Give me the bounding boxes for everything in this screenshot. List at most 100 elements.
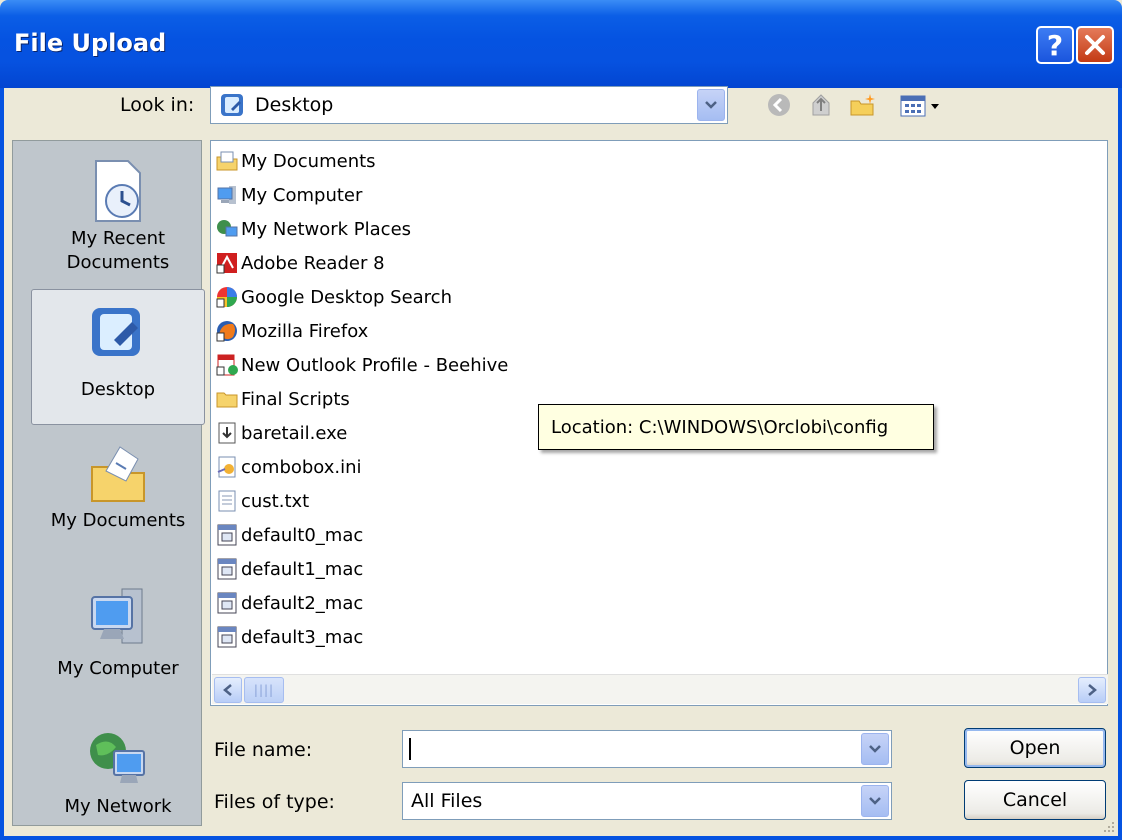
view-menu-icon: [900, 95, 939, 117]
desktop-icon: [221, 94, 243, 116]
list-item[interactable]: My Computer: [215, 179, 362, 211]
chevron-down-icon: [869, 797, 881, 805]
list-item[interactable]: default0_mac: [215, 519, 363, 551]
file-name: Adobe Reader 8: [241, 252, 385, 274]
files-of-type-value: All Files: [411, 790, 483, 812]
folder-icon: [216, 392, 238, 408]
file-name-label: File name:: [214, 739, 313, 761]
file-name: baretail.exe: [241, 422, 348, 444]
places-label-recent: My Recent Documents: [66, 228, 170, 273]
new-folder-icon: [850, 94, 875, 116]
file-name: My Computer: [241, 184, 363, 206]
mac-file-icon: [217, 592, 237, 614]
mac-file-icon: [217, 626, 237, 648]
look-in-arrow-button[interactable]: [697, 89, 725, 121]
file-name: cust.txt: [241, 490, 310, 512]
file-name-dropdown-button[interactable]: [861, 733, 889, 765]
places-item-my-documents[interactable]: My Documents: [31, 437, 205, 533]
file-name: default1_mac: [241, 558, 364, 580]
text-file-icon: [218, 490, 236, 512]
places-label-desktop: Desktop: [80, 379, 156, 400]
view-menu-button[interactable]: [896, 88, 946, 122]
scroll-thumb[interactable]: ||||: [244, 677, 284, 703]
mac-file-icon: [217, 558, 237, 580]
file-name: combobox.ini: [241, 456, 362, 478]
up-folder-button[interactable]: [804, 88, 838, 122]
location-tooltip: Location: C:\WINDOWS\Orclobi\config: [538, 404, 934, 450]
places-label-my-network: My Network: [64, 796, 172, 817]
close-button[interactable]: [1076, 26, 1114, 64]
ini-icon: [217, 456, 236, 478]
title-bar: File Upload ?: [0, 0, 1122, 88]
file-name: default2_mac: [241, 592, 364, 614]
text-caret: [409, 738, 411, 760]
file-name: default0_mac: [241, 524, 364, 546]
my-documents-icon: [216, 151, 238, 171]
list-item[interactable]: baretail.exe: [215, 417, 347, 449]
list-item[interactable]: cust.txt: [215, 485, 309, 517]
mac-file-icon: [217, 524, 237, 546]
my-network-icon: [90, 733, 145, 783]
file-name-field[interactable]: [402, 730, 892, 768]
places-item-my-network[interactable]: My Network: [31, 725, 205, 819]
file-name: Mozilla Firefox: [241, 320, 369, 342]
network-places-icon: [217, 220, 238, 237]
list-item[interactable]: combobox.ini: [215, 451, 362, 483]
places-label-my-documents: My Documents: [50, 510, 186, 531]
list-item[interactable]: My Network Places: [215, 213, 411, 245]
my-computer-icon: [91, 588, 143, 644]
places-item-desktop[interactable]: Desktop: [31, 289, 205, 425]
chevron-down-icon: [869, 745, 881, 753]
list-item[interactable]: New Outlook Profile - Beehive: [215, 349, 508, 381]
places-item-recent-documents[interactable]: My Recent Documents: [31, 155, 205, 275]
look-in-dropdown[interactable]: Desktop: [210, 86, 728, 124]
list-item[interactable]: default3_mac: [215, 621, 363, 653]
files-of-type-label: Files of type:: [214, 791, 335, 813]
scroll-left-button[interactable]: [214, 677, 242, 703]
adobe-reader-icon: [216, 253, 237, 274]
open-button[interactable]: Open: [964, 728, 1106, 768]
back-arrow-icon: [768, 94, 790, 116]
exe-icon: [218, 422, 236, 444]
recent-documents-icon: [95, 160, 141, 222]
list-item[interactable]: default2_mac: [215, 587, 363, 619]
window-title: File Upload: [14, 29, 167, 57]
my-computer-icon: [217, 186, 236, 204]
list-item[interactable]: Final Scripts: [215, 383, 350, 415]
file-name: Final Scripts: [241, 388, 350, 410]
list-item[interactable]: Mozilla Firefox: [215, 315, 368, 347]
new-folder-button[interactable]: [846, 88, 880, 122]
chevron-left-icon: [223, 684, 232, 696]
list-item[interactable]: Google Desktop Search: [215, 281, 452, 313]
cancel-button[interactable]: Cancel: [964, 780, 1106, 820]
google-desktop-icon: [216, 287, 237, 308]
places-item-my-computer[interactable]: My Computer: [31, 581, 205, 681]
file-name: New Outlook Profile - Beehive: [241, 354, 509, 376]
back-button[interactable]: [762, 88, 796, 122]
places-label-my-computer: My Computer: [57, 658, 179, 679]
files-of-type-select[interactable]: All Files: [402, 782, 892, 820]
question-mark-icon: ?: [1046, 28, 1064, 62]
file-name: My Network Places: [241, 218, 412, 240]
outlook-profile-icon: [216, 354, 238, 376]
file-name: default3_mac: [241, 626, 364, 648]
list-item[interactable]: My Documents: [215, 145, 376, 177]
chevron-down-icon: [705, 101, 717, 109]
my-documents-icon: [91, 446, 145, 502]
up-folder-icon: [812, 94, 830, 116]
look-in-value: Desktop: [255, 94, 334, 116]
tooltip-text: Location: C:\WINDOWS\Orclobi\config: [551, 416, 889, 438]
chevron-right-icon: [1088, 684, 1097, 696]
help-button[interactable]: ?: [1036, 26, 1074, 64]
look-in-label: Look in:: [120, 94, 195, 116]
firefox-icon: [216, 321, 237, 342]
scroll-right-button[interactable]: [1078, 677, 1106, 703]
places-bar: My Recent Documents Desktop My Documents…: [12, 140, 205, 826]
file-name: My Documents: [241, 150, 376, 172]
horizontal-scrollbar[interactable]: ||||: [212, 674, 1108, 704]
files-of-type-dropdown-button[interactable]: [861, 785, 889, 817]
resize-grip-icon[interactable]: [1100, 818, 1116, 834]
list-item[interactable]: default1_mac: [215, 553, 363, 585]
list-item[interactable]: Adobe Reader 8: [215, 247, 385, 279]
close-icon: [1085, 35, 1105, 55]
